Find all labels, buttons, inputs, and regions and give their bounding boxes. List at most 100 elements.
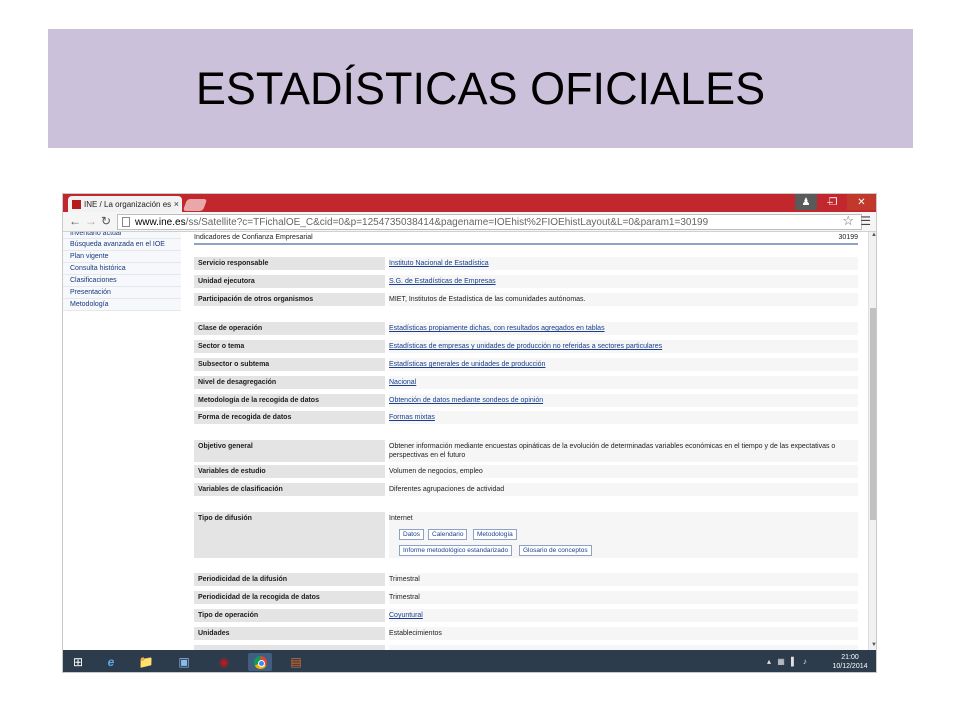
windows-taskbar: ⊞ e 📁 ▣ ◉ ▤ ▴ ▦ ▌ ♪ 21:00 10/12/2014 (63, 650, 876, 672)
label-clase: Clase de operación (194, 322, 385, 335)
row-unidades: Unidades Establecimientos (194, 627, 858, 640)
slide-title-banner: ESTADÍSTICAS OFICIALES (48, 29, 913, 148)
value-tipo-operacion[interactable]: Coyuntural (389, 609, 858, 622)
row-unidad: Unidad ejecutora S.G. de Estadísticas de… (194, 275, 858, 288)
value-variables-clasificacion: Diferentes agrupaciones de actividad (389, 483, 858, 496)
row-periodicidad-difusion: Periodicidad de la difusión Trimestral (194, 573, 858, 586)
sidebar-item-presentacion[interactable]: Presentación (63, 287, 181, 299)
reload-icon[interactable]: ↻ (101, 214, 111, 228)
row-participacion: Participación de otros organismos MIET, … (194, 293, 858, 306)
label-unidad: Unidad ejecutora (194, 275, 385, 288)
system-tray-icons[interactable]: ▴ ▦ ▌ ♪ (767, 657, 809, 666)
scroll-down-icon[interactable]: ▼ (869, 642, 876, 650)
row-periodicidad-recogida: Periodicidad de la recogida de datos Tri… (194, 591, 858, 604)
label-forma: Forma de recogida de datos (194, 411, 385, 424)
label-tipo-operacion: Tipo de operación (194, 609, 385, 622)
vertical-scrollbar[interactable]: ▲ ▼ (868, 232, 876, 650)
label-periodicidad-recogida: Periodicidad de la recogida de datos (194, 591, 385, 604)
sidebar-item-inventario[interactable]: Inventario actual (63, 232, 181, 239)
label-difusion: Tipo de difusión (194, 512, 385, 558)
sidebar-item-busqueda[interactable]: Búsqueda avanzada en el IOE (63, 239, 181, 251)
value-subsector[interactable]: Estadísticas generales de unidades de pr… (389, 358, 858, 371)
record-header: Indicadores de Confianza Empresarial 301… (194, 232, 858, 245)
internet-explorer-icon[interactable]: e (101, 653, 121, 671)
taskbar-clock[interactable]: 21:00 10/12/2014 (829, 653, 871, 671)
back-arrow-icon[interactable]: ← (69, 214, 81, 228)
value-forma[interactable]: Formas mixtas (389, 411, 858, 424)
document-app-icon[interactable]: ▤ (286, 653, 306, 671)
forward-arrow-icon[interactable]: → (85, 214, 97, 228)
value-unidad[interactable]: S.G. de Estadísticas de Empresas (389, 275, 858, 288)
label-nivel: Nivel de desagregación (194, 376, 385, 389)
user-icon[interactable]: ♟ (795, 194, 817, 210)
row-nivel: Nivel de desagregación Nacional (194, 376, 858, 389)
label-periodicidad-difusion: Periodicidad de la difusión (194, 573, 385, 586)
url-host: www.ine.es (135, 216, 186, 228)
ine-favicon-icon (72, 199, 81, 209)
label-participacion: Participación de otros organismos (194, 293, 385, 306)
value-servicio[interactable]: Instituto Nacional de Estadística (389, 257, 858, 270)
label-variables-estudio: Variables de estudio (194, 465, 385, 478)
label-metodologia: Metodología de la recogida de datos (194, 394, 385, 407)
value-periodicidad-difusion: Trimestral (389, 573, 858, 586)
value-metodologia[interactable]: Obtención de datos mediante sondeos de o… (389, 394, 858, 407)
row-difusion: Tipo de difusión Internet Datos Calendar… (194, 512, 858, 558)
url-path: /ss/Satellite?c=TFichalOE_C&cid=0&p=1254… (185, 216, 709, 228)
clock-date: 10/12/2014 (832, 663, 868, 670)
row-tipo-operacion: Tipo de operación Coyuntural (194, 609, 858, 622)
sidebar-item-plan[interactable]: Plan vigente (63, 251, 181, 263)
address-bar[interactable]: www.ine.es/ss/Satellite?c=TFichalOE_C&ci… (117, 214, 862, 230)
value-clase[interactable]: Estadísticas propiamente dichas, con res… (389, 322, 858, 335)
page-icon (122, 217, 130, 227)
record-app-icon[interactable]: ◉ (214, 653, 234, 671)
row-forma: Forma de recogida de datos Formas mixtas (194, 411, 858, 424)
value-variables-estudio: Volumen de negocios, empleo (389, 465, 858, 478)
row-sector: Sector o tema Estadísticas de empresas y… (194, 340, 858, 353)
maximize-icon[interactable]: ❐ (823, 194, 843, 210)
row-subsector: Subsector o subtema Estadísticas general… (194, 358, 858, 371)
label-objetivo: Objetivo general (194, 440, 385, 462)
browser-toolbar: ← → ↻ www.ine.es/ss/Satellite?c=TFichalO… (63, 212, 876, 232)
calendario-button[interactable]: Calendario (428, 529, 468, 540)
value-objetivo: Obtener información mediante encuestas o… (389, 440, 858, 462)
tab-title: INE / La organización esta (84, 199, 171, 209)
clock-time: 21:00 (841, 654, 859, 661)
datos-button[interactable]: Datos (399, 529, 424, 540)
row-variables-estudio: Variables de estudio Volumen de negocios… (194, 465, 858, 478)
row-variables-clasificacion: Variables de clasificación Diferentes ag… (194, 483, 858, 496)
label-subsector: Subsector o subtema (194, 358, 385, 371)
value-periodicidad-recogida: Trimestral (389, 591, 858, 604)
tab-close-icon[interactable]: × (174, 199, 179, 209)
file-explorer-icon[interactable]: 📁 (136, 653, 156, 671)
sidebar-item-consulta[interactable]: Consulta histórica (63, 263, 181, 275)
network-monitor-icon[interactable]: ▣ (174, 653, 194, 671)
scroll-up-icon[interactable]: ▲ (869, 232, 876, 240)
row-objetivo: Objetivo general Obtener información med… (194, 440, 858, 462)
sidebar-item-metodologia[interactable]: Metodología (63, 299, 181, 311)
chrome-icon[interactable] (248, 653, 272, 671)
value-sector[interactable]: Estadísticas de empresas y unidades de p… (389, 340, 858, 353)
windows-start-icon[interactable]: ⊞ (68, 653, 88, 671)
scrollbar-thumb[interactable] (870, 308, 876, 520)
value-participacion: MIET, Institutos de Estadística de las c… (389, 293, 858, 306)
value-unidades: Establecimientos (389, 627, 858, 640)
glosario-button[interactable]: Glosario de conceptos (519, 545, 592, 556)
close-window-icon[interactable]: ✕ (847, 194, 876, 210)
label-sector: Sector o tema (194, 340, 385, 353)
new-tab-button[interactable] (182, 199, 208, 211)
metodologia-button[interactable]: Metodología (473, 529, 517, 540)
menu-icon[interactable]: ☰ (860, 214, 871, 228)
record-title: Indicadores de Confianza Empresarial (194, 234, 313, 241)
bookmark-star-icon[interactable]: ☆ (842, 213, 854, 229)
value-nivel[interactable]: Nacional (389, 376, 858, 389)
row-servicio: Servicio responsable Instituto Nacional … (194, 257, 858, 270)
row-metodologia: Metodología de la recogida de datos Obte… (194, 394, 858, 407)
label-servicio: Servicio responsable (194, 257, 385, 270)
row-clase: Clase de operación Estadísticas propiame… (194, 322, 858, 335)
browser-titlebar: INE / La organización esta × ♟ – ❐ ✕ (63, 194, 876, 212)
sidebar-item-clasificaciones[interactable]: Clasificaciones (63, 275, 181, 287)
informe-metodologico-button[interactable]: Informe metodológico estandarizado (399, 545, 513, 556)
value-difusion: Internet (389, 515, 413, 522)
browser-tab[interactable]: INE / La organización esta × (68, 196, 182, 212)
browser-screenshot: INE / La organización esta × ♟ – ❐ ✕ ← →… (62, 193, 877, 673)
